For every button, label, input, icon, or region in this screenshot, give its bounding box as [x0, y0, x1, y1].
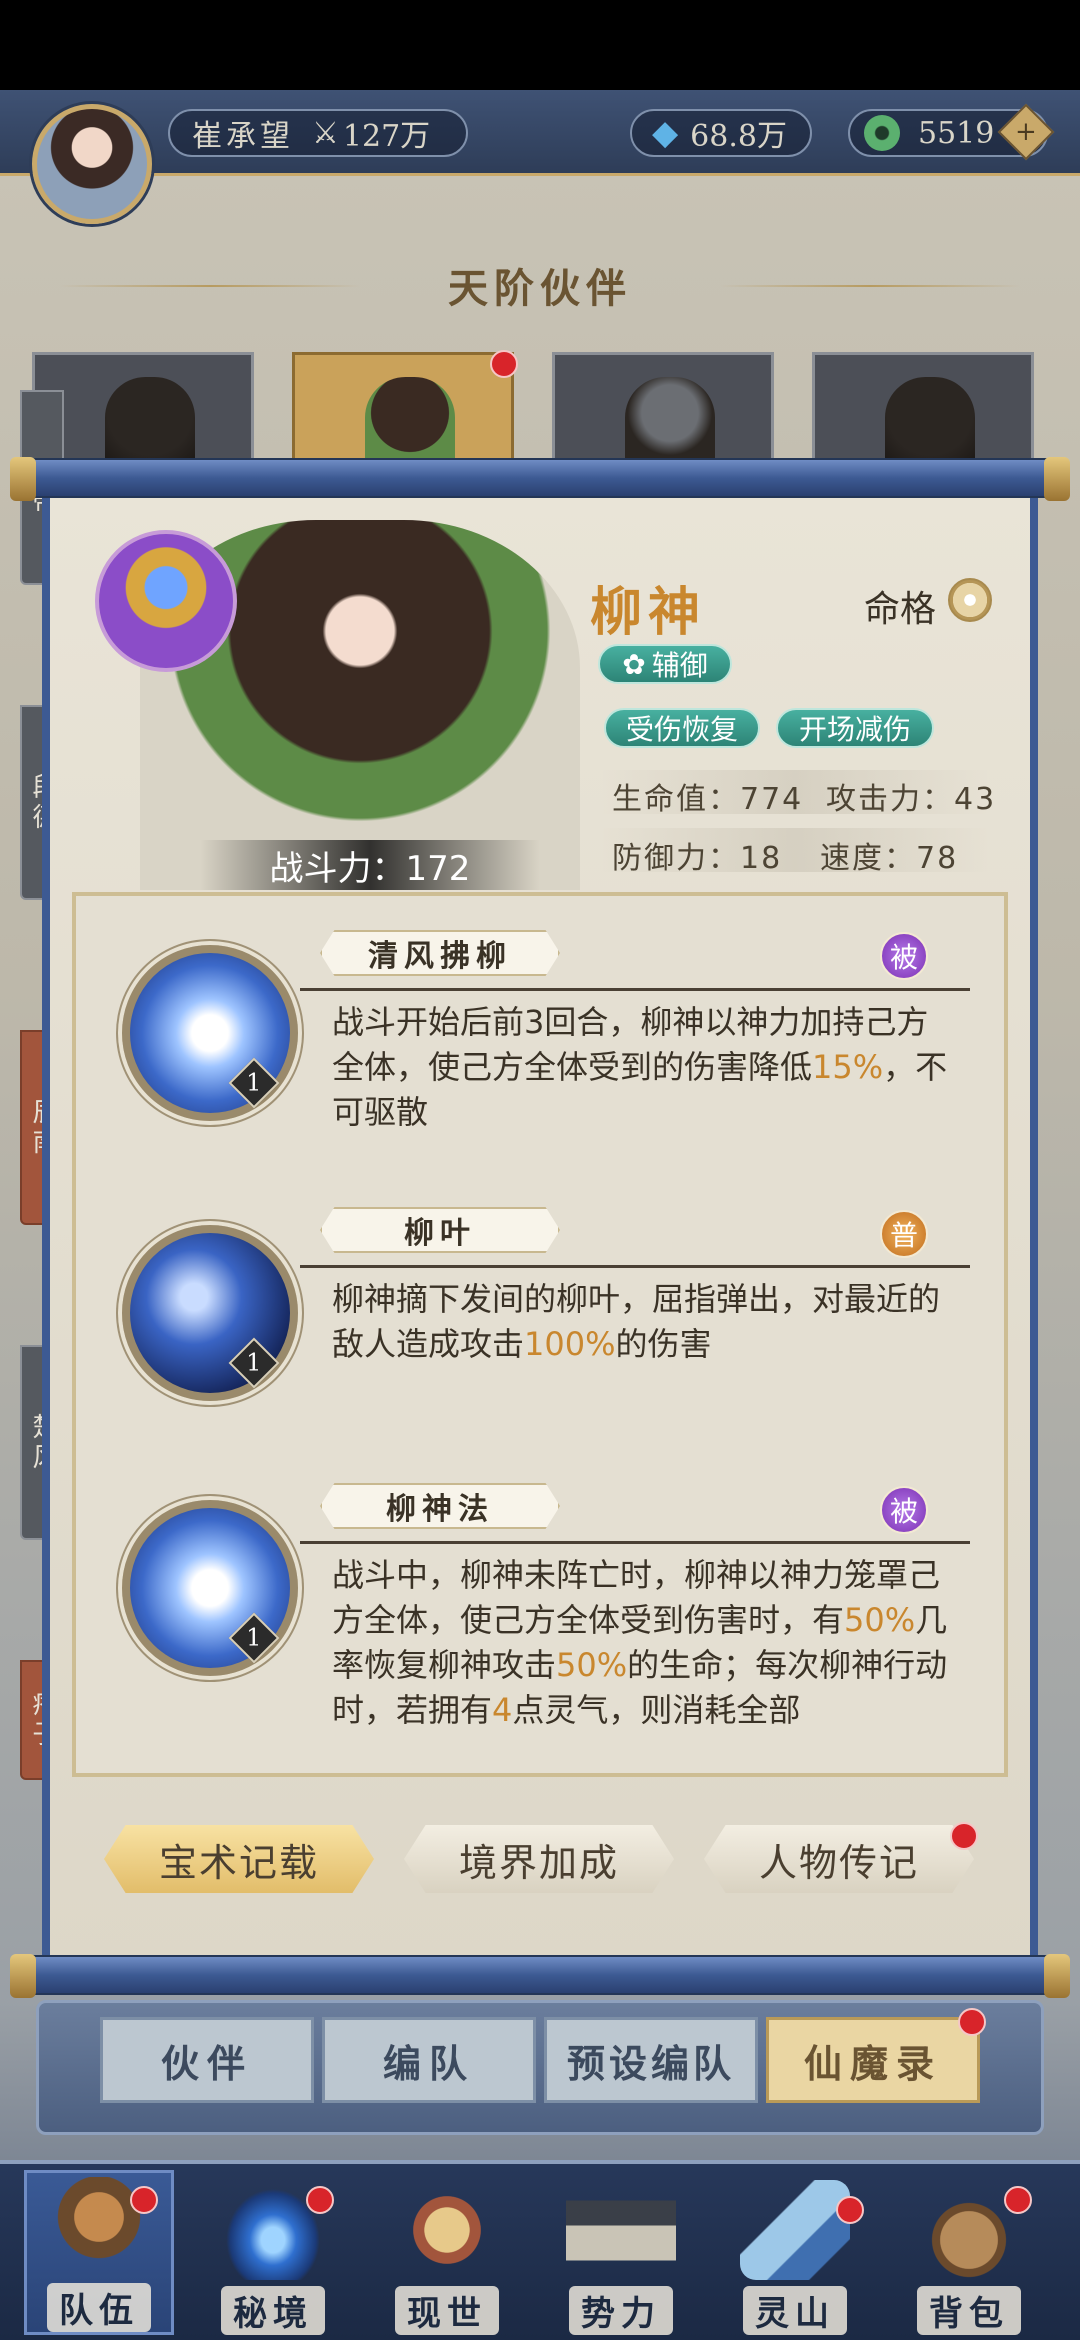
stat-attack: 攻击力：43	[826, 782, 997, 817]
section-title: 天阶伙伴	[448, 265, 632, 312]
skill-name-3: 柳神法	[320, 1483, 560, 1529]
partner-card-2[interactable]	[292, 352, 514, 467]
partner-portrait	[625, 377, 715, 467]
skill-icon-1[interactable]	[122, 945, 298, 1121]
lotus-icon: ✿	[622, 647, 646, 681]
partner-card-3[interactable]	[552, 352, 774, 467]
nav-world[interactable]: 现世	[372, 2170, 522, 2335]
crystal-icon: ◆	[652, 113, 679, 153]
tab-preset-formation[interactable]: 预设编队	[544, 2017, 758, 2103]
crystal-value: 68.8万	[690, 119, 787, 154]
skill-divider	[300, 1265, 970, 1268]
notification-dot	[490, 350, 518, 378]
trait-tag-2: 开场减伤	[776, 708, 934, 748]
role-tag: ✿ 辅御	[598, 644, 732, 684]
partner-card-4[interactable]	[812, 352, 1034, 467]
skill-icon-3[interactable]	[122, 1500, 298, 1676]
notification-dot	[306, 2186, 334, 2214]
partner-portrait	[365, 377, 455, 467]
pavilion-icon	[566, 2180, 676, 2280]
trait-tag-1: 受伤恢复	[604, 708, 760, 748]
tab-partner[interactable]: 伙伴	[100, 2017, 314, 2103]
partner-name: 柳神	[590, 582, 707, 643]
skill-desc-1: 战斗开始后前3回合，柳神以神力加持己方全体，使己方全体受到的伤害降低15%，不可…	[332, 1003, 948, 1131]
skill-divider	[300, 988, 970, 991]
crystal-currency[interactable]: ◆ 68.8万	[630, 109, 812, 157]
skill-type-badge-1: 被	[880, 932, 928, 980]
mingge-label[interactable]: 命格	[864, 580, 936, 632]
scroll-rod-top	[10, 457, 1070, 501]
mountain-icon	[740, 2180, 850, 2280]
skill-icon-2[interactable]	[122, 1225, 298, 1401]
skill-desc-3: 战斗中，柳神未阵亡时，柳神以神力笼罩己方全体，使己方全体受到伤害时，有50%几率…	[332, 1556, 948, 1729]
skill-name-1: 清风拂柳	[320, 930, 560, 976]
map-scroll-icon	[392, 2180, 502, 2280]
skill-desc-2: 柳神摘下发间的柳叶，屈指弹出，对最近的敌人造成攻击100%的伤害	[332, 1280, 941, 1363]
stat-defense: 防御力：18	[612, 841, 783, 876]
mingge-icon[interactable]	[948, 578, 992, 622]
partner-portrait	[105, 377, 195, 467]
rod-cap	[10, 457, 36, 501]
treasure-record-button[interactable]: 宝术记载	[104, 1825, 374, 1893]
skill-type-badge-2: 普	[880, 1210, 928, 1258]
rod-cap	[10, 1954, 36, 1998]
title-ornament-left	[60, 285, 360, 287]
tab-formation[interactable]: 编队	[322, 2017, 536, 2103]
skill-type-badge-3: 被	[880, 1486, 928, 1534]
power-value: 127万	[342, 119, 431, 154]
skill-name-2: 柳叶	[320, 1207, 560, 1253]
player-info-pill: 崔承望 ⚔ 127万	[168, 109, 468, 157]
combat-power: 战斗力：172	[200, 840, 540, 890]
nav-spirit-mountain[interactable]: 灵山	[720, 2170, 870, 2335]
player-avatar[interactable]	[32, 104, 152, 224]
skill-divider	[300, 1541, 970, 1544]
realm-bonus-button[interactable]: 境界加成	[404, 1825, 674, 1893]
rod-cap	[1044, 1954, 1070, 1998]
stat-speed: 速度：78	[820, 841, 959, 876]
partner-portrait	[885, 377, 975, 467]
rod-cap	[1044, 457, 1070, 501]
biography-button[interactable]: 人物传记	[704, 1825, 974, 1893]
notification-dot	[950, 1822, 978, 1850]
notification-dot	[836, 2196, 864, 2224]
title-ornament-right	[720, 285, 1020, 287]
sword-power-icon: ⚔	[312, 115, 339, 151]
player-name: 崔承望	[192, 119, 294, 154]
notification-dot	[130, 2186, 158, 2214]
partner-card-1[interactable]	[32, 352, 254, 467]
stat-hp: 生命值：774	[612, 782, 804, 817]
tab-xianmo-record[interactable]: 仙魔录	[766, 2017, 980, 2103]
nav-faction[interactable]: 势力	[546, 2170, 696, 2335]
scroll-rod-bottom	[10, 1954, 1070, 1998]
notification-dot	[1004, 2186, 1032, 2214]
notification-dot	[958, 2008, 986, 2036]
status-bar	[0, 0, 1080, 90]
jade-icon	[864, 115, 900, 151]
spirit-orb-icon[interactable]	[95, 530, 237, 672]
jade-value: 5519	[918, 115, 995, 151]
